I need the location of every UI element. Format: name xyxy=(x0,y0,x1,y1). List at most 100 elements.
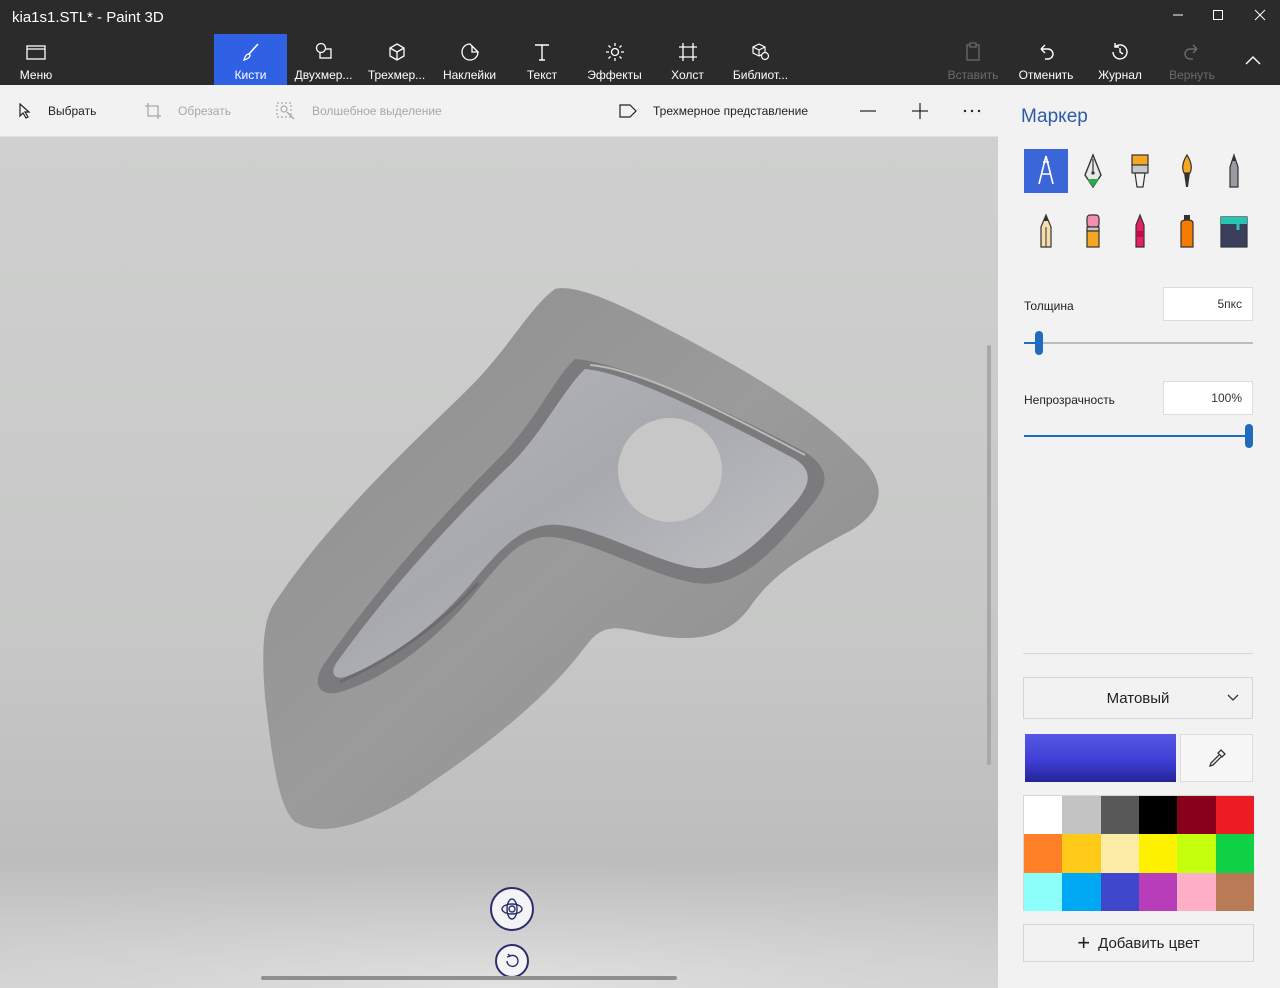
watercolor-button[interactable] xyxy=(1165,149,1209,193)
vertical-scrollbar[interactable] xyxy=(987,345,991,765)
effects-icon xyxy=(605,43,624,61)
current-color-swatch[interactable] xyxy=(1025,734,1176,782)
color-swatch[interactable] xyxy=(1138,796,1178,835)
color-swatch[interactable] xyxy=(1215,872,1254,911)
opacity-input[interactable]: 100% xyxy=(1163,381,1253,415)
crop-button[interactable]: Обрезать xyxy=(144,85,231,137)
magic-select-icon xyxy=(276,102,295,120)
text-icon xyxy=(535,44,549,61)
color-swatch[interactable] xyxy=(1215,834,1254,873)
brush-panel: Маркер Толщина 5пкс Непрозрачность 100% xyxy=(998,85,1280,988)
pixel-pen-button[interactable] xyxy=(1212,149,1256,193)
2d-shapes-icon xyxy=(315,42,332,59)
minimize-button[interactable] xyxy=(1158,0,1198,30)
rotate-view-button[interactable] xyxy=(490,887,534,931)
fill-icon xyxy=(1220,216,1248,248)
spray-can-button[interactable] xyxy=(1165,209,1209,253)
tab-menu[interactable]: Меню xyxy=(0,34,72,85)
3d-view-label: Трехмерное представление xyxy=(653,104,809,118)
tab-library[interactable]: Библиот... xyxy=(724,34,797,85)
color-swatch[interactable] xyxy=(1024,872,1063,911)
color-swatch[interactable] xyxy=(1024,796,1063,835)
opacity-slider[interactable] xyxy=(1024,424,1253,448)
tab-2d-shapes[interactable]: Двухмер... xyxy=(287,34,360,85)
opacity-label: Непрозрачность xyxy=(1024,393,1115,407)
color-swatch[interactable] xyxy=(1138,834,1178,873)
tab-2d-shapes-label: Двухмер... xyxy=(294,68,353,82)
3d-model[interactable] xyxy=(0,137,998,988)
marker-brush-button[interactable] xyxy=(1024,149,1068,193)
crayon-icon xyxy=(1135,213,1145,248)
calligraphy-pen-button[interactable] xyxy=(1071,149,1115,193)
color-swatch[interactable] xyxy=(1177,796,1216,835)
color-swatch[interactable] xyxy=(1177,872,1216,911)
color-swatch[interactable] xyxy=(1215,796,1254,835)
reset-view-button[interactable] xyxy=(495,944,529,978)
thickness-slider[interactable] xyxy=(1024,331,1253,355)
thickness-input[interactable]: 5пкс xyxy=(1163,287,1253,321)
color-swatch[interactable] xyxy=(1024,834,1063,873)
horizontal-scrollbar[interactable] xyxy=(261,976,677,980)
tab-3d-shapes-label: Трехмер... xyxy=(367,68,426,82)
eraser-button[interactable] xyxy=(1071,209,1115,253)
tab-canvas-label: Холст xyxy=(671,68,704,82)
crayon-button[interactable] xyxy=(1118,209,1162,253)
color-swatch[interactable] xyxy=(1100,834,1139,873)
eyedropper-button[interactable] xyxy=(1180,734,1253,782)
tab-brushes-label: Кисти xyxy=(234,68,267,82)
history-button[interactable]: Журнал xyxy=(1086,34,1154,85)
color-swatch[interactable] xyxy=(1062,872,1101,911)
watercolor-icon xyxy=(1182,153,1192,187)
maximize-icon xyxy=(1213,10,1223,20)
tab-effects-label: Эффекты xyxy=(587,68,642,82)
window-title: kia1s1.STL* - Paint 3D xyxy=(12,9,164,26)
thickness-thumb[interactable] xyxy=(1035,331,1043,355)
close-button[interactable] xyxy=(1240,0,1280,30)
undo-button[interactable]: Отменить xyxy=(1010,34,1082,85)
maximize-button[interactable] xyxy=(1198,0,1238,30)
title-bar: kia1s1.STL* - Paint 3D xyxy=(0,0,1280,34)
add-color-button[interactable]: + Добавить цвет xyxy=(1023,924,1254,962)
tab-library-label: Библиот... xyxy=(732,68,789,82)
paste-button[interactable]: Вставить xyxy=(940,34,1006,85)
color-swatch[interactable] xyxy=(1062,796,1101,835)
oil-brush-button[interactable] xyxy=(1118,149,1162,193)
more-icon xyxy=(963,109,981,113)
color-palette xyxy=(1023,795,1254,911)
color-swatch[interactable] xyxy=(1062,834,1101,873)
3d-view-button[interactable]: Трехмерное представление xyxy=(619,85,808,137)
tab-brushes[interactable]: Кисти xyxy=(214,34,287,85)
tab-stickers[interactable]: Наклейки xyxy=(433,34,506,85)
undo-label: Отменить xyxy=(1018,68,1074,82)
zoom-in-button[interactable] xyxy=(910,85,930,137)
pencil-icon xyxy=(1040,213,1052,248)
library-icon xyxy=(751,43,769,61)
orbit-icon xyxy=(501,898,523,920)
color-swatch[interactable] xyxy=(1138,872,1178,911)
rotate-left-icon xyxy=(506,953,519,968)
color-swatch[interactable] xyxy=(1100,796,1139,835)
tab-effects[interactable]: Эффекты xyxy=(578,34,651,85)
minimize-icon xyxy=(1173,14,1183,16)
collapse-ribbon-button[interactable] xyxy=(1232,34,1274,85)
magic-select-button[interactable]: Волшебное выделение xyxy=(276,85,442,137)
pencil-button[interactable] xyxy=(1024,209,1068,253)
zoom-out-button[interactable] xyxy=(858,85,878,137)
tab-text[interactable]: Текст xyxy=(506,34,578,85)
material-dropdown[interactable]: Матовый xyxy=(1023,677,1253,719)
chevron-up-icon xyxy=(1245,55,1261,64)
tab-3d-shapes[interactable]: Трехмер... xyxy=(360,34,433,85)
calligraphy-pen-icon xyxy=(1084,153,1102,189)
sticker-icon xyxy=(460,43,479,61)
tab-canvas[interactable]: Холст xyxy=(651,34,724,85)
color-swatch[interactable] xyxy=(1177,834,1216,873)
color-swatch[interactable] xyxy=(1100,872,1139,911)
canvas-area[interactable] xyxy=(0,137,998,988)
3d-view-icon xyxy=(619,104,637,118)
opacity-thumb[interactable] xyxy=(1245,424,1253,448)
thickness-label: Толщина xyxy=(1024,299,1074,313)
redo-button[interactable]: Вернуть xyxy=(1158,34,1226,85)
fill-button[interactable] xyxy=(1212,209,1256,253)
select-button[interactable]: Выбрать xyxy=(18,85,96,137)
more-options-button[interactable] xyxy=(962,85,982,137)
